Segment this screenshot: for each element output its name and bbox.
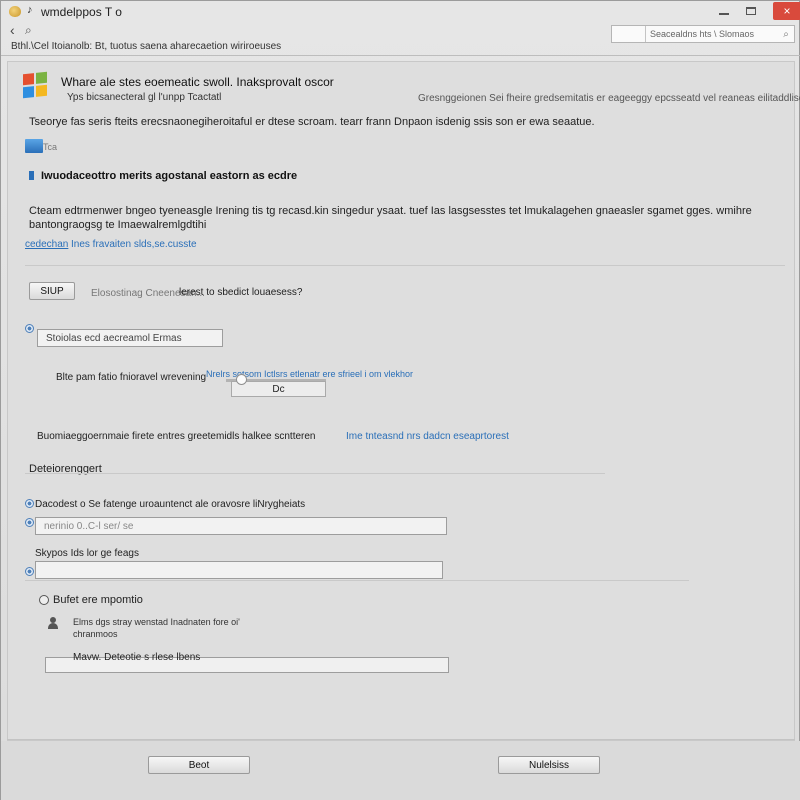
breadcrumb[interactable]: Bthl.\Cel Itoianolb: Bt, tuotus saena ah… <box>11 41 281 52</box>
text-field[interactable] <box>35 561 443 579</box>
divider <box>1 55 800 56</box>
section-marker-icon <box>29 171 34 180</box>
option-radio[interactable] <box>25 518 34 527</box>
maximize-button[interactable] <box>738 2 764 20</box>
collapse-icon[interactable] <box>39 595 49 605</box>
search-icon[interactable]: ⌕ <box>778 29 794 40</box>
close-button[interactable]: × <box>773 2 800 20</box>
section-link[interactable]: cedechan <box>25 239 68 250</box>
search-scope-dropdown[interactable] <box>612 26 646 42</box>
footer-bar <box>1 741 800 800</box>
setup-button[interactable]: SIUP <box>29 282 75 300</box>
maximize-icon <box>746 7 756 15</box>
divider <box>7 739 795 740</box>
minimize-button[interactable] <box>711 2 737 20</box>
section-link-detail[interactable]: Ines fravaiten slds,se.cusste <box>71 239 197 250</box>
application-window: ♪ wmdelppos T o × ‹ ⌕ Seacealdns hts \ S… <box>0 0 800 800</box>
section-title: Iwuodaceottro merits agostanal eastorn a… <box>41 170 298 182</box>
page-subtitle: Yps bicsanecteral gl l'unpp Tcactatl <box>67 92 222 103</box>
slider-handle[interactable] <box>236 374 247 385</box>
title-bar: ♪ wmdelppos T o × <box>1 1 800 23</box>
windows-logo-icon <box>23 71 47 99</box>
next-button[interactable]: Nulelsiss <box>498 756 600 774</box>
subsection-description: Elms dgs stray wenstad Inadnaten fore oi… <box>73 617 240 639</box>
search-placeholder: Seacealdns hts \ Slomaos <box>650 29 755 39</box>
music-note-icon: ♪ <box>27 4 33 16</box>
monitor-icon <box>25 139 43 153</box>
minimize-icon <box>719 13 729 15</box>
search-input[interactable]: Seacealdns hts \ Slomaos ⌕ <box>611 25 795 43</box>
textarea-label: Mavw. Deteotie s rlese lbens <box>73 652 201 663</box>
back-button[interactable]: Beot <box>148 756 250 774</box>
intro-text: Tseorye fas seris fteits erecsnaonegiher… <box>29 116 595 128</box>
address-icon: ⌕ <box>25 23 32 37</box>
user-icon <box>47 617 59 629</box>
question-text: lerest to sbedict louaesess? <box>179 287 303 298</box>
setting-label: Buomiaeggoernmaie firete entres greetemi… <box>37 431 316 442</box>
divider <box>25 265 785 266</box>
slider-label: Blte pam fatio fnioravel wrevening <box>56 372 207 383</box>
page-title: Whare ale stes eoemeatic swoll. Inakspro… <box>61 75 334 89</box>
option-radio[interactable] <box>25 567 34 576</box>
window-title: wmdelppos T o <box>41 5 122 19</box>
subsection-title: Bufet ere mpomtio <box>53 594 143 606</box>
monitor-icon-label: Tca <box>43 142 58 152</box>
close-icon: × <box>783 4 791 18</box>
setting-link[interactable]: Ime tnteasnd nrs dadcn eseaprtorest <box>346 431 509 442</box>
section-paragraph: Cteam edtrmenwer bngeo tyeneasgle Irenin… <box>29 205 752 231</box>
divider <box>25 580 689 581</box>
option-label: Dacodest o Se fatenge uroauntenct ale or… <box>35 499 306 510</box>
divider <box>25 473 605 474</box>
option-label: Skypos Ids lor ge feags <box>35 548 139 559</box>
path-field[interactable]: nerinio 0..C-l ser/ se <box>35 517 447 535</box>
header-info: Gresnggeionen Sei fheire gredsemitatis e… <box>418 93 800 104</box>
option-radio[interactable] <box>25 499 34 508</box>
app-icon <box>9 6 21 17</box>
back-arrow-icon[interactable]: ‹ <box>10 22 15 38</box>
option-field[interactable]: Stoiolas ecd aecreamol Ermas <box>37 329 223 347</box>
option-radio[interactable] <box>25 324 34 333</box>
